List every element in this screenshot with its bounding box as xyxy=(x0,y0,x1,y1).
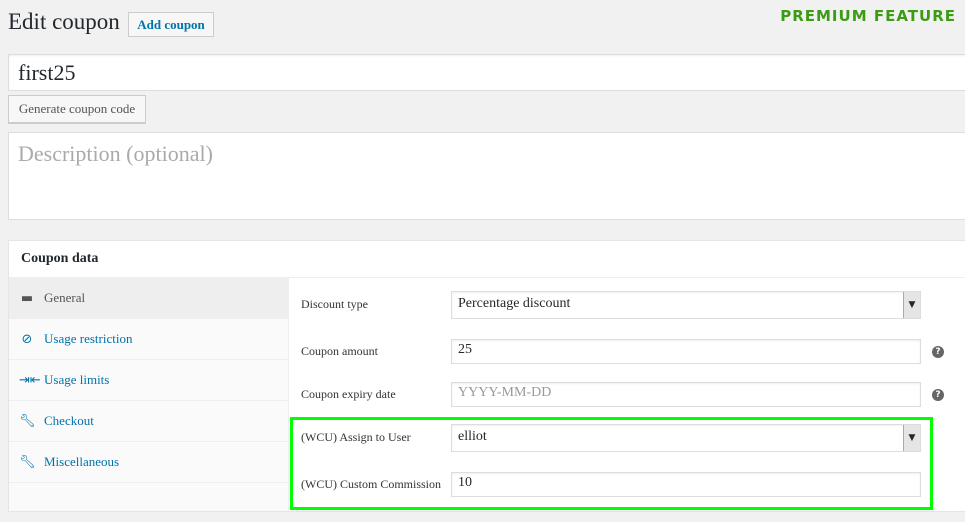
coupon-amount-label: Coupon amount xyxy=(301,344,378,358)
assign-user-select[interactable]: elliot ▼ xyxy=(451,424,921,452)
custom-commission-input[interactable]: 10 xyxy=(451,472,921,497)
description-textarea[interactable]: Description (optional) xyxy=(8,132,965,220)
tab-label: Miscellaneous xyxy=(44,454,120,469)
add-coupon-button[interactable]: Add coupon xyxy=(128,12,214,37)
generate-coupon-code-button[interactable]: Generate coupon code xyxy=(8,95,146,123)
tab-miscellaneous[interactable]: 🔧︎ Miscellaneous xyxy=(9,442,288,483)
discount-type-label: Discount type xyxy=(301,297,368,311)
coupon-data-tabs: ▬ General ⊘ Usage restriction ⇥⇤ Usage limi… xyxy=(9,278,289,511)
ticket-icon: ▬ xyxy=(20,290,34,306)
tab-usage-limits[interactable]: ⇥⇤ Usage limits xyxy=(9,360,288,401)
page-title: Edit coupon xyxy=(8,9,120,34)
limits-icon: ⇥⇤ xyxy=(19,372,41,388)
tab-label: Checkout xyxy=(44,413,94,428)
assign-user-label: (WCU) Assign to User xyxy=(301,430,411,444)
custom-commission-label: (WCU) Custom Commission xyxy=(301,477,442,491)
help-icon[interactable]: ? xyxy=(932,389,944,401)
tab-checkout[interactable]: 🔧︎ Checkout xyxy=(9,401,288,442)
assign-user-value: elliot xyxy=(458,429,487,444)
expiry-date-input[interactable]: YYYY-MM-DD xyxy=(451,382,921,407)
tab-usage-restriction[interactable]: ⊘ Usage restriction xyxy=(9,319,288,360)
panel-title: Coupon data xyxy=(9,241,965,278)
block-icon: ⊘ xyxy=(21,331,33,347)
tab-label: General xyxy=(44,290,86,305)
tab-label: Usage limits xyxy=(44,372,110,387)
premium-feature-label: PREMIUM FEATURE xyxy=(780,7,956,25)
wrench-icon: 🔧︎ xyxy=(19,454,36,470)
wrench-icon: 🔧︎ xyxy=(19,413,36,429)
discount-type-select[interactable]: Percentage discount ▼ xyxy=(451,291,921,319)
help-icon[interactable]: ? xyxy=(932,346,944,358)
coupon-code-input[interactable] xyxy=(8,54,965,91)
coupon-amount-input[interactable]: 25 xyxy=(451,339,921,364)
chevron-down-icon: ▼ xyxy=(903,292,920,318)
chevron-down-icon: ▼ xyxy=(903,425,920,451)
discount-type-value: Percentage discount xyxy=(458,296,571,311)
tab-general[interactable]: ▬ General xyxy=(9,278,288,319)
tab-label: Usage restriction xyxy=(44,331,133,346)
expiry-date-label: Coupon expiry date xyxy=(301,387,396,401)
